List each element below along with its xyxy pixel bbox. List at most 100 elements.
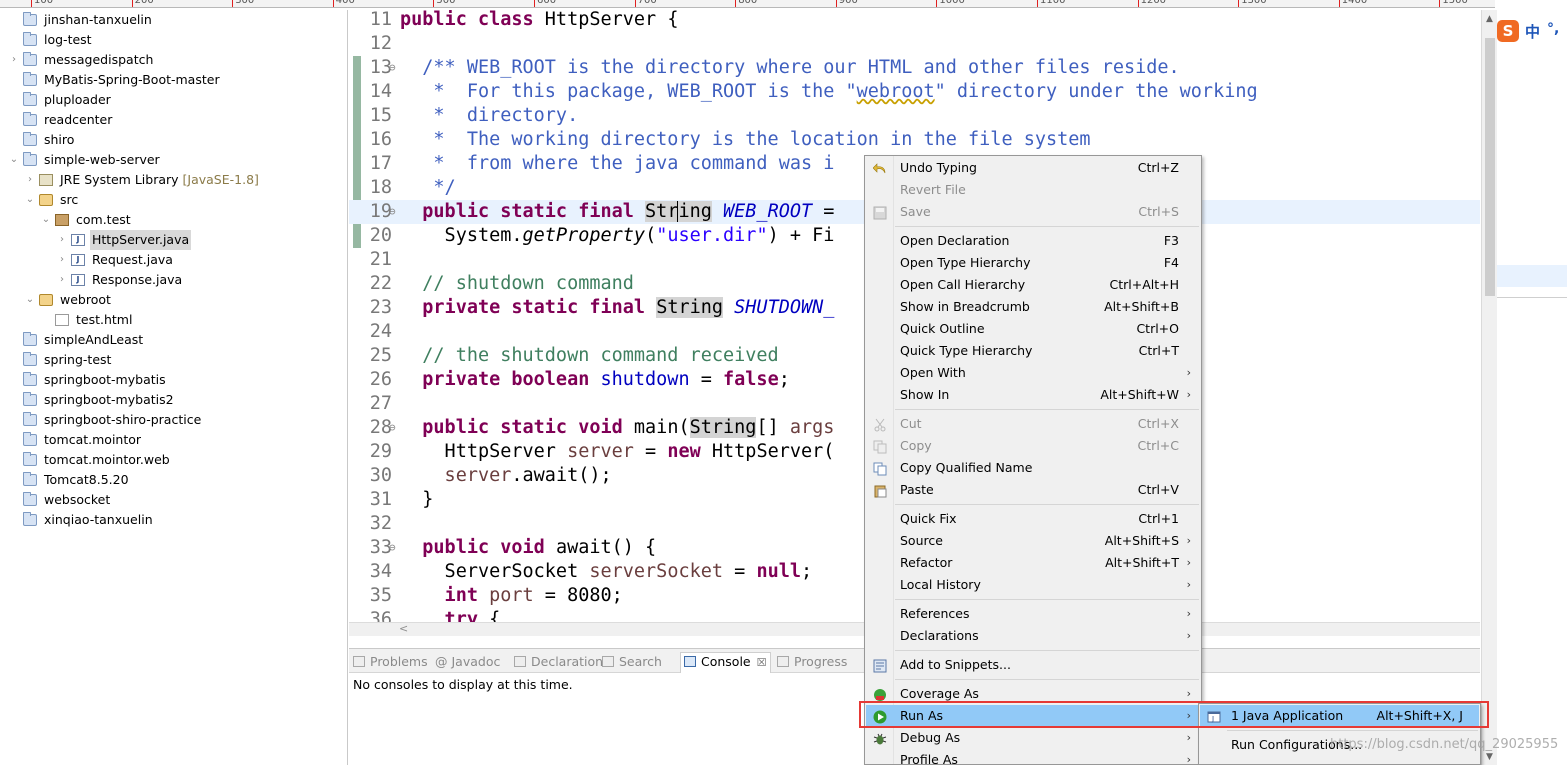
tab-search[interactable]: Search <box>602 653 662 671</box>
expand-arrow-icon[interactable]: › <box>57 250 67 270</box>
fold-toggle-icon[interactable]: ⊖ <box>389 416 396 440</box>
code-text: // the shutdown command received <box>400 344 778 368</box>
ime-logo-icon[interactable]: S <box>1497 20 1519 42</box>
expand-arrow-icon[interactable]: › <box>9 50 19 70</box>
menu-item-open-declaration[interactable]: Open Declaration F3 <box>866 230 1200 252</box>
tree-item-log-test[interactable]: log-test <box>0 30 340 50</box>
code-text: int port = 8080; <box>400 584 623 608</box>
menu-item-open-call-hierarchy[interactable]: Open Call Hierarchy Ctrl+Alt+H <box>866 274 1200 296</box>
menu-item-shortcut: Ctrl+Z <box>1137 160 1179 175</box>
menu-item-add-to-snippets[interactable]: Add to Snippets... <box>866 654 1200 676</box>
tree-item-springboot-mybatis2[interactable]: springboot-mybatis2 <box>0 390 340 410</box>
tree-item-tomcat8-5-20[interactable]: Tomcat8.5.20 <box>0 470 340 490</box>
code-token: WEB_ROOT <box>723 201 813 222</box>
paste-icon <box>873 483 887 498</box>
expand-arrow-icon[interactable]: › <box>57 270 67 290</box>
menu-item-refactor[interactable]: Refactor Alt+Shift+T › <box>866 552 1200 574</box>
line-number: 29 <box>369 441 392 462</box>
tree-item-response-java[interactable]: › J Response.java <box>0 270 340 290</box>
menu-item-coverage-as[interactable]: Coverage As › <box>866 683 1200 705</box>
tree-item-jre-system-library[interactable]: › JRE System Library [JavaSE-1.8] <box>0 170 340 190</box>
code-token: String <box>689 417 757 438</box>
collapse-arrow-icon[interactable]: ⌄ <box>41 210 51 230</box>
close-tab-icon[interactable]: ☒ <box>757 656 767 669</box>
tab-declaration[interactable]: Declaration <box>514 653 603 671</box>
menu-item-copy-qualified-name[interactable]: Copy Qualified Name <box>866 457 1200 479</box>
tree-item-springboot-shiro-practice[interactable]: springboot-shiro-practice <box>0 410 340 430</box>
menu-item-profile-as[interactable]: Profile As › <box>866 749 1200 764</box>
menu-item-open-type-hierarchy[interactable]: Open Type Hierarchy F4 <box>866 252 1200 274</box>
tree-item-webroot[interactable]: ⌄ webroot <box>0 290 340 310</box>
tab-javadoc[interactable]: @ Javadoc <box>435 653 500 671</box>
code-token: SHUTDOWN_ <box>734 297 835 318</box>
tree-item-springboot-mybatis[interactable]: springboot-mybatis <box>0 370 340 390</box>
editor-vertical-scrollbar[interactable]: ▲ ▼ <box>1481 10 1497 765</box>
menu-item-1-java-application[interactable]: J 1 Java Application Alt+Shift+X, J <box>1200 705 1479 727</box>
menu-item-quick-type-hierarchy[interactable]: Quick Type Hierarchy Ctrl+T <box>866 340 1200 362</box>
tree-item-com-test[interactable]: ⌄ com.test <box>0 210 340 230</box>
code-text: System.getProperty("user.dir") + Fi <box>400 224 835 248</box>
tree-item-messagedispatch[interactable]: › messagedispatch <box>0 50 340 70</box>
tree-item-pluploader[interactable]: pluploader <box>0 90 340 110</box>
run-as-submenu: J1 Java Application Alt+Shift+X, J Run Con… <box>1198 703 1481 765</box>
tree-item-simpleandleast[interactable]: simpleAndLeast <box>0 330 340 350</box>
scroll-thumb[interactable] <box>1485 38 1495 296</box>
collapse-arrow-icon[interactable]: ⌄ <box>9 150 19 170</box>
tree-item-simple-web-server[interactable]: ⌄ simple-web-server <box>0 150 340 170</box>
tab-console[interactable]: Console ☒ <box>680 652 771 673</box>
ime-punctuation-toggle[interactable]: °, <box>1547 21 1559 37</box>
tab-progress[interactable]: Progress <box>777 653 847 671</box>
code-token: public void <box>400 537 556 558</box>
tab-problems[interactable]: Problems <box>353 653 428 671</box>
tree-item-tomcat-mointor-web[interactable]: tomcat.mointor.web <box>0 450 340 470</box>
code-token: public static void <box>400 417 634 438</box>
expand-arrow-icon[interactable]: › <box>57 230 67 250</box>
tree-item-websocket[interactable]: websocket <box>0 490 340 510</box>
collapse-arrow-icon[interactable]: ⌄ <box>25 190 35 210</box>
menu-item-quick-fix[interactable]: Quick Fix Ctrl+1 <box>866 508 1200 530</box>
tree-item-readcenter[interactable]: readcenter <box>0 110 340 130</box>
scroll-left-icon[interactable]: < <box>399 622 408 635</box>
menu-item-paste[interactable]: Paste Ctrl+V <box>866 479 1200 501</box>
code-line: 13 ⊖ /** WEB_ROOT is the directory where … <box>349 56 1480 80</box>
tree-item-mybatis-spring-boot-master[interactable]: MyBatis-Spring-Boot-master <box>0 70 340 90</box>
javadoc-icon: @ <box>435 654 448 669</box>
tree-item-request-java[interactable]: › J Request.java <box>0 250 340 270</box>
ime-toolbar[interactable]: S 中 °, <box>1497 18 1567 46</box>
expand-arrow-icon[interactable]: › <box>25 170 35 190</box>
fold-toggle-icon[interactable]: ⊖ <box>389 56 396 80</box>
fold-toggle-icon[interactable]: ⊖ <box>389 536 396 560</box>
tree-item-jinshan-tanxuelin[interactable]: jinshan-tanxuelin <box>0 10 340 30</box>
menu-separator <box>895 504 1199 505</box>
menu-item-cut[interactable]: Cut Ctrl+X <box>866 413 1200 435</box>
menu-item-source[interactable]: Source Alt+Shift+S › <box>866 530 1200 552</box>
menu-item-undo-typing[interactable]: Undo Typing Ctrl+Z <box>866 157 1200 179</box>
menu-item-show-in-breadcrumb[interactable]: Show in Breadcrumb Alt+Shift+B <box>866 296 1200 318</box>
menu-item-run-as[interactable]: Run As › <box>866 705 1200 727</box>
menu-item-show-in[interactable]: Show In Alt+Shift+W › <box>866 384 1200 406</box>
tree-item-test-html[interactable]: test.html <box>0 310 340 330</box>
menu-item-debug-as[interactable]: Debug As › <box>866 727 1200 749</box>
menu-item-quick-outline[interactable]: Quick Outline Ctrl+O <box>866 318 1200 340</box>
scroll-down-icon[interactable]: ▼ <box>1486 752 1493 762</box>
ime-language-toggle[interactable]: 中 <box>1525 21 1540 42</box>
menu-item-shortcut: Ctrl+V <box>1137 482 1179 497</box>
menu-item-save[interactable]: Save Ctrl+S <box>866 201 1200 223</box>
tree-item-text: Response.java <box>92 272 183 287</box>
tree-item-shiro[interactable]: shiro <box>0 130 340 150</box>
menu-item-copy[interactable]: Copy Ctrl+C <box>866 435 1200 457</box>
fold-toggle-icon[interactable]: ⊖ <box>389 200 396 224</box>
menu-item-references[interactable]: References › <box>866 603 1200 625</box>
tree-item-tomcat-mointor[interactable]: tomcat.mointor <box>0 430 340 450</box>
scroll-up-icon[interactable]: ▲ <box>1486 14 1493 24</box>
collapse-arrow-icon[interactable]: ⌄ <box>25 290 35 310</box>
tree-item-spring-test[interactable]: spring-test <box>0 350 340 370</box>
tree-item-httpserver-java[interactable]: › J HttpServer.java <box>0 230 340 250</box>
menu-item-open-with[interactable]: Open With › <box>866 362 1200 384</box>
tree-item-src[interactable]: ⌄ src <box>0 190 340 210</box>
tree-item-xinqiao-tanxuelin[interactable]: xinqiao-tanxuelin <box>0 510 340 530</box>
menu-item-revert-file[interactable]: Revert File <box>866 179 1200 201</box>
menu-item-local-history[interactable]: Local History › <box>866 574 1200 596</box>
menu-item-declarations[interactable]: Declarations › <box>866 625 1200 647</box>
tree-item-text: webroot <box>60 292 111 307</box>
